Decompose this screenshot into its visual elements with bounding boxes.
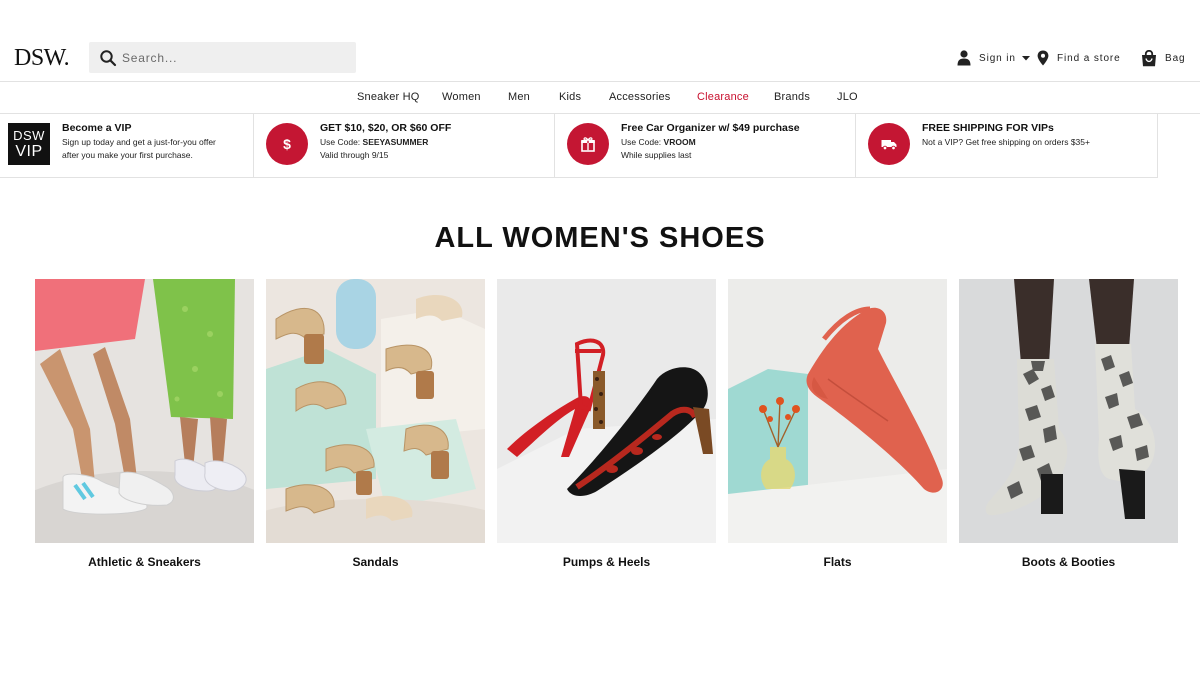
category-tile-athletic-sneakers[interactable] [35, 279, 254, 543]
promo-icon-circle: $ [266, 123, 308, 165]
promo-shipping[interactable]: FREE SHIPPING FOR VIPs Not a VIP? Get fr… [856, 114, 1158, 178]
gift-icon [581, 137, 595, 152]
pumps-heels-image [497, 279, 716, 543]
location-pin-icon [1037, 50, 1049, 66]
promo-gift[interactable]: Free Car Organizer w/ $49 purchase Use C… [555, 114, 856, 178]
promo-code-prefix: Use Code: [621, 137, 662, 147]
nav-item-clearance[interactable]: Clearance [697, 91, 749, 103]
nav-item-brands[interactable]: Brands [774, 91, 810, 103]
caret-down-icon [1021, 56, 1030, 61]
site-header: DSW. Sign in Find a store Bag [0, 0, 1200, 82]
promo-vip[interactable]: DSW VIP Become a VIP Sign up today and g… [0, 114, 254, 178]
promo-text: Not a VIP? Get free shipping on orders $… [922, 137, 1090, 147]
find-store-label: Find a store [1057, 52, 1121, 64]
promo-code-prefix: Use Code: [320, 137, 361, 147]
find-store-link[interactable]: Find a store [1037, 48, 1121, 68]
nav-item-sneaker-hq[interactable]: Sneaker HQ [357, 91, 420, 103]
sneakers-image [35, 279, 254, 543]
nav-item-accessories[interactable]: Accessories [609, 91, 671, 103]
category-tile-sandals[interactable] [266, 279, 485, 543]
sign-in-menu[interactable]: Sign in [957, 48, 1031, 68]
dsw-vip-badge: DSW VIP [8, 123, 50, 165]
sandals-image [266, 279, 485, 543]
category-label-flats[interactable]: Flats [728, 555, 947, 569]
search-input[interactable] [122, 42, 347, 73]
promo-title: Free Car Organizer w/ $49 purchase [621, 122, 800, 134]
sign-in-label: Sign in [979, 52, 1016, 64]
promo-title: FREE SHIPPING FOR VIPs [922, 122, 1054, 134]
bag-label: Bag [1165, 52, 1186, 64]
promo-text: after you make your first purchase. [62, 150, 193, 160]
search-bar[interactable] [89, 42, 356, 73]
flats-image [728, 279, 947, 543]
boots-booties-image [959, 279, 1178, 543]
shopping-bag-icon [1142, 49, 1156, 66]
search-icon [100, 50, 117, 67]
promo-icon-circle [868, 123, 910, 165]
bag-link[interactable]: Bag [1141, 48, 1186, 68]
nav-item-women[interactable]: Women [442, 91, 481, 103]
nav-item-men[interactable]: Men [508, 91, 530, 103]
main-nav: Sneaker HQ Women Men Kids Accessories Cl… [0, 82, 1200, 114]
nav-item-kids[interactable]: Kids [559, 91, 581, 103]
promo-text: Valid through 9/15 [320, 150, 389, 160]
category-tile-pumps-heels[interactable] [497, 279, 716, 543]
promo-title: Become a VIP [62, 122, 132, 134]
category-tile-boots-booties[interactable] [959, 279, 1178, 543]
promo-text: Sign up today and get a just-for-you off… [62, 137, 216, 147]
promo-title: GET $10, $20, OR $60 OFF [320, 122, 452, 134]
page-title: ALL WOMEN'S SHOES [434, 222, 766, 254]
nav-item-jlo[interactable]: JLO [837, 91, 858, 103]
dollar-icon: $ [283, 136, 291, 152]
promo-strip: DSW VIP Become a VIP Sign up today and g… [0, 114, 1158, 178]
promo-code: SEEYASUMMER [362, 137, 429, 147]
category-label-athletic-sneakers[interactable]: Athletic & Sneakers [35, 555, 254, 569]
promo-code: VROOM [663, 137, 696, 147]
category-label-boots-booties[interactable]: Boots & Booties [959, 555, 1178, 569]
dsw-logo[interactable]: DSW. [14, 44, 70, 72]
vip-badge-bottom: VIP [15, 143, 43, 160]
svg-text:$: $ [283, 136, 291, 152]
promo-text: While supplies last [621, 150, 692, 160]
category-tile-flats[interactable] [728, 279, 947, 543]
person-icon [957, 50, 971, 66]
promo-icon-circle [567, 123, 609, 165]
category-label-sandals[interactable]: Sandals [266, 555, 485, 569]
vip-badge-top: DSW [13, 128, 45, 143]
category-label-pumps-heels[interactable]: Pumps & Heels [497, 555, 716, 569]
truck-icon [881, 140, 897, 151]
promo-discount[interactable]: $ GET $10, $20, OR $60 OFF Use Code: SEE… [254, 114, 555, 178]
